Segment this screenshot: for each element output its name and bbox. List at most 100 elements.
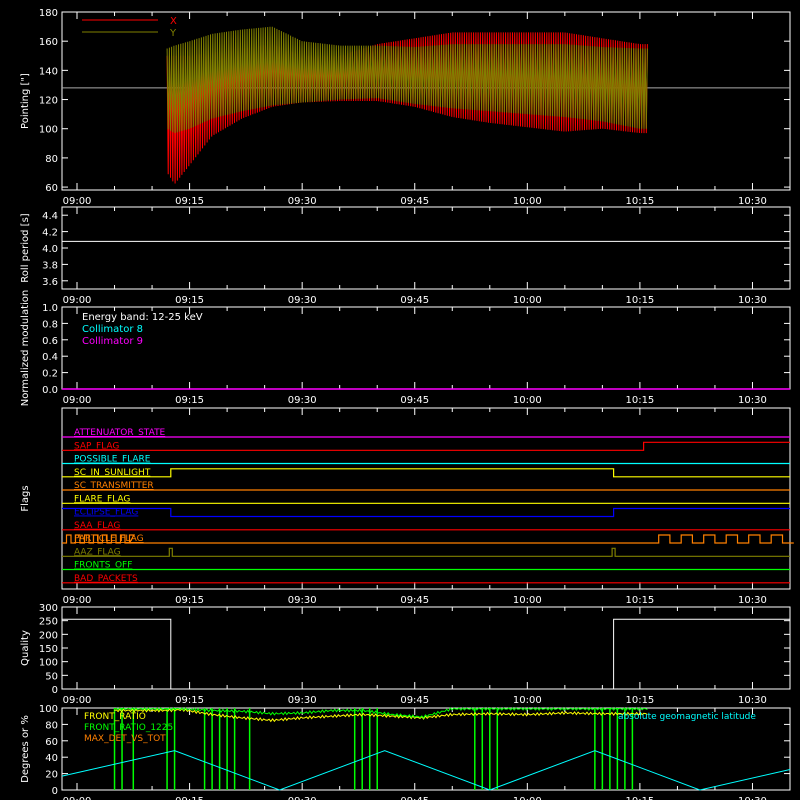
degrees-series [114,707,648,723]
flag-line [62,507,790,518]
pointing-legend-label: Y [169,28,177,39]
flag-line [62,441,790,451]
flags-frame [61,407,791,590]
modulation-ytick-label: 0.4 [42,352,58,363]
quality-ytick-label: 300 [39,603,58,614]
chart-svg: 09:00 09:15 09:30 09:45 10:00 10:15 10:30 60 80 1… [20,8,794,800]
quality-series [62,618,790,690]
roll-xtick-label: 09:00 [63,295,92,306]
degrees-xtick-label: 10:15 [625,796,654,800]
degrees-ytick-label: 80 [45,720,58,731]
flags-xtick-label: 09:45 [400,595,429,606]
pointing-xtick-label: 10:15 [625,196,654,207]
quality-xtick-label: 09:45 [400,695,429,706]
degrees-xtick-label: 10:00 [513,796,542,800]
degrees-xtick-label: 09:45 [400,796,429,800]
roll-xtick-label: 10:30 [738,295,767,306]
roll-frame [61,206,791,290]
degrees-ylabel: Degrees or % [20,715,31,783]
modulation-legend-label: Collimator 9 [82,336,143,347]
modulation-xtick-label: 09:00 [63,395,92,406]
modulation-legend-label: Collimator 8 [82,324,143,335]
pointing-ylabel: Pointing ["] [20,73,31,129]
quality-ytick-label: 200 [39,630,58,641]
pointing-xtick-label: 09:30 [288,196,317,207]
degrees-legend-label: FRONT_RATIO [84,712,146,722]
flags-xtick-label: 10:00 [513,595,542,606]
degrees-ytick-label: 20 [45,770,58,781]
pointing-ytick-label: 160 [39,37,58,48]
roll-xtick-label: 09:30 [288,295,317,306]
flags-xtick-label: 09:00 [63,595,92,606]
pointing-ytick-label: 180 [39,8,58,19]
pointing-ytick-label: 80 [45,154,58,165]
roll-xtick-label: 10:15 [625,295,654,306]
modulation-xtick-label: 09:45 [400,395,429,406]
roll-xtick-label: 09:15 [175,295,204,306]
degrees-xtick-label: 09:15 [175,796,204,800]
flags-xtick-label: 10:15 [625,595,654,606]
modulation-legend-label: Energy band: 12-25 keV [82,312,203,323]
flags-xtick-label: 09:15 [175,595,204,606]
modulation-ytick-label: 0.8 [42,319,58,330]
degrees-ytick-label: 0 [52,786,58,797]
modulation-ytick-label: 1.0 [42,303,58,314]
quality-ytick-label: 150 [39,644,58,655]
quality-xtick-label: 10:00 [513,695,542,706]
degrees-legend-label: FRONT_RATIO_1225 [84,723,173,733]
pointing-legend-label: X [170,16,177,27]
modulation-ytick-label: 0.0 [42,385,58,396]
modulation-xtick-label: 10:15 [625,395,654,406]
degrees-side-label: absolute geomagnetic latitude [618,712,756,722]
modulation-xtick-label: 10:30 [738,395,767,406]
quality-ytick-label: 0 [52,685,58,696]
quality-ytick-label: 100 [39,658,58,669]
quality-ytick-label: 50 [45,671,58,682]
flag-line [62,547,790,557]
pointing-ytick-label: 60 [45,183,58,194]
roll-ytick-label: 4.0 [42,244,58,255]
modulation-xtick-label: 09:30 [288,395,317,406]
pointing-xtick-label: 09:15 [175,196,204,207]
modulation-xtick-label: 10:00 [513,395,542,406]
pointing-ytick-label: 100 [39,125,58,136]
modulation-xtick-label: 09:15 [175,395,204,406]
roll-xtick-label: 10:00 [513,295,542,306]
quality-xtick-label: 10:30 [738,695,767,706]
degrees-xtick-label: 09:00 [63,796,92,800]
roll-ytick-label: 4.4 [42,211,58,222]
pointing-xtick-label: 09:45 [400,196,429,207]
roll-ytick-label: 4.2 [42,228,58,239]
degrees-ytick-label: 100 [39,704,58,715]
quality-xtick-label: 09:30 [288,695,317,706]
quality-xtick-label: 09:15 [175,695,204,706]
degrees-series [61,750,791,791]
roll-ytick-label: 3.8 [42,260,58,271]
degrees-xtick-label: 10:30 [738,796,767,800]
flag-line [62,468,790,478]
quality-ylabel: Quality [20,630,31,666]
chart-figure: 09:00 09:15 09:30 09:45 10:00 10:15 10:30 60 80 1… [0,0,800,800]
degrees-ytick-label: 60 [45,737,58,748]
degrees-ytick-label: 40 [45,753,58,764]
pointing-ytick-label: 120 [39,96,58,107]
quality-xtick-label: 10:15 [625,695,654,706]
quality-ytick-label: 250 [39,617,58,628]
flags-xtick-label: 09:30 [288,595,317,606]
roll-ylabel: Roll period [s] [20,213,31,282]
modulation-ylabel: Normalized modulation [20,290,31,407]
modulation-ytick-label: 0.2 [42,369,58,380]
roll-ytick-label: 3.6 [42,277,58,288]
roll-xtick-label: 09:45 [400,295,429,306]
pointing-xtick-label: 10:00 [513,196,542,207]
quality-xtick-label: 09:00 [63,695,92,706]
pointing-xtick-label: 09:00 [63,196,92,207]
pointing-xtick-label: 10:30 [738,196,767,207]
flags-xtick-label: 10:30 [738,595,767,606]
degrees-xtick-label: 09:30 [288,796,317,800]
pointing-ytick-label: 140 [39,66,58,77]
flag-line [62,534,794,544]
flags-ylabel: Flags [20,485,31,511]
degrees-legend-label: MAX_DET_VS_TOT [84,734,166,744]
modulation-ytick-label: 0.6 [42,336,58,347]
